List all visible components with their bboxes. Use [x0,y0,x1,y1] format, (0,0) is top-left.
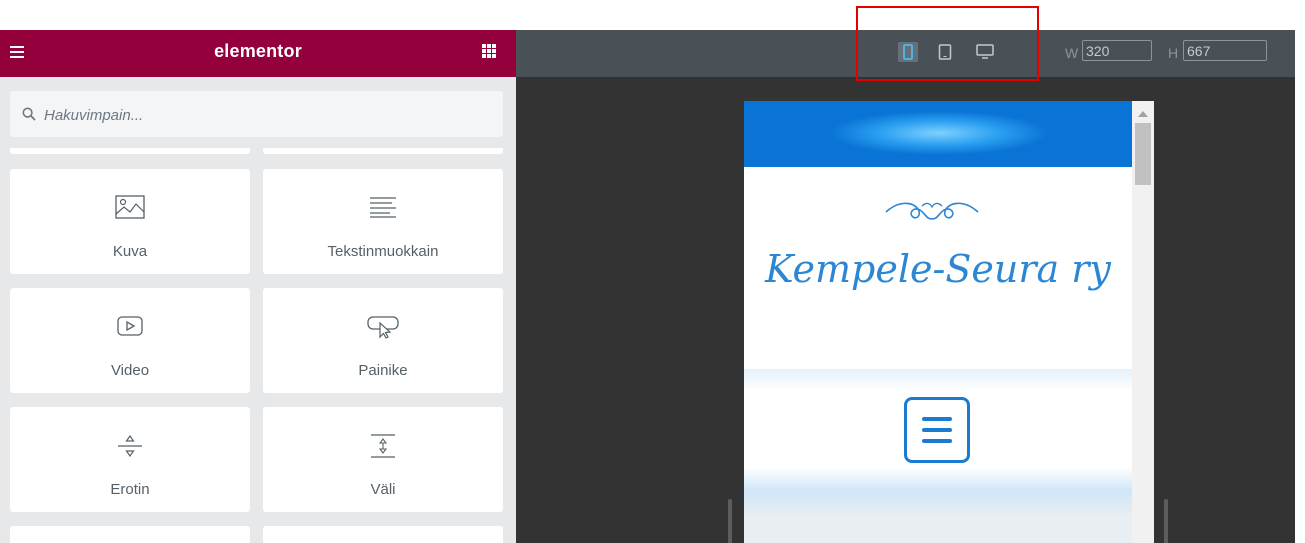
widget-label: Tekstinmuokkain [327,243,439,260]
device-desktop-button[interactable] [975,42,995,62]
content-area [744,489,1132,543]
widget-button[interactable]: Painike [263,288,503,393]
scroll-thumb[interactable] [1135,123,1151,185]
header-banner [744,101,1132,167]
grid-icon[interactable] [482,44,496,58]
button-icon [367,316,399,339]
widget-label: Painike [358,362,408,379]
height-input[interactable] [1183,40,1267,61]
widget-card-partial[interactable] [10,526,250,543]
widget-divider[interactable]: Erotin [10,407,250,512]
widget-text-editor[interactable]: Tekstinmuokkain [263,169,503,274]
text-editor-icon [370,197,396,218]
panel-header: elementor [0,30,516,77]
scroll-up-arrow[interactable] [1138,111,1148,117]
width-input[interactable] [1082,40,1152,61]
elementor-panel: elementor Kuva [0,30,516,543]
mobile-menu-button[interactable] [904,397,970,463]
tablet-icon [938,44,952,60]
widget-image[interactable]: Kuva [10,169,250,274]
spacer-icon [371,434,395,458]
widget-label: Erotin [110,481,150,498]
image-icon [115,195,145,219]
widget-card-partial[interactable] [10,148,250,154]
height-label: H [1168,45,1179,61]
widget-card-partial[interactable] [263,148,503,154]
preview-scrollbar[interactable] [1132,101,1154,543]
widget-label: Kuva [112,243,148,260]
device-mobile-button[interactable] [898,42,918,62]
search-icon [22,107,36,121]
resize-handle-right[interactable] [1164,499,1168,543]
video-icon [117,316,143,336]
widget-spacer[interactable]: Väli [263,407,503,512]
search-input[interactable] [42,91,486,139]
widget-label: Väli [370,481,396,498]
width-label: W [1065,45,1079,61]
desktop-icon [976,44,994,59]
device-tablet-button[interactable] [935,42,955,62]
preview-canvas: Kempele-Seura ry [516,77,1295,543]
widget-label: Video [110,362,150,379]
mobile-icon [903,44,913,60]
resize-handle-left[interactable] [728,499,732,543]
search-box [10,91,503,139]
widget-card-partial[interactable] [263,526,503,543]
ornament-icon [885,202,979,220]
responsive-toolbar: W H [516,30,1295,77]
preview-frame: Kempele-Seura ry [744,101,1154,543]
widget-video[interactable]: Video [10,288,250,393]
brand-logo: elementor [214,41,302,61]
divider-icon [118,434,142,458]
site-title[interactable]: Kempele-Seura ry [744,247,1132,291]
